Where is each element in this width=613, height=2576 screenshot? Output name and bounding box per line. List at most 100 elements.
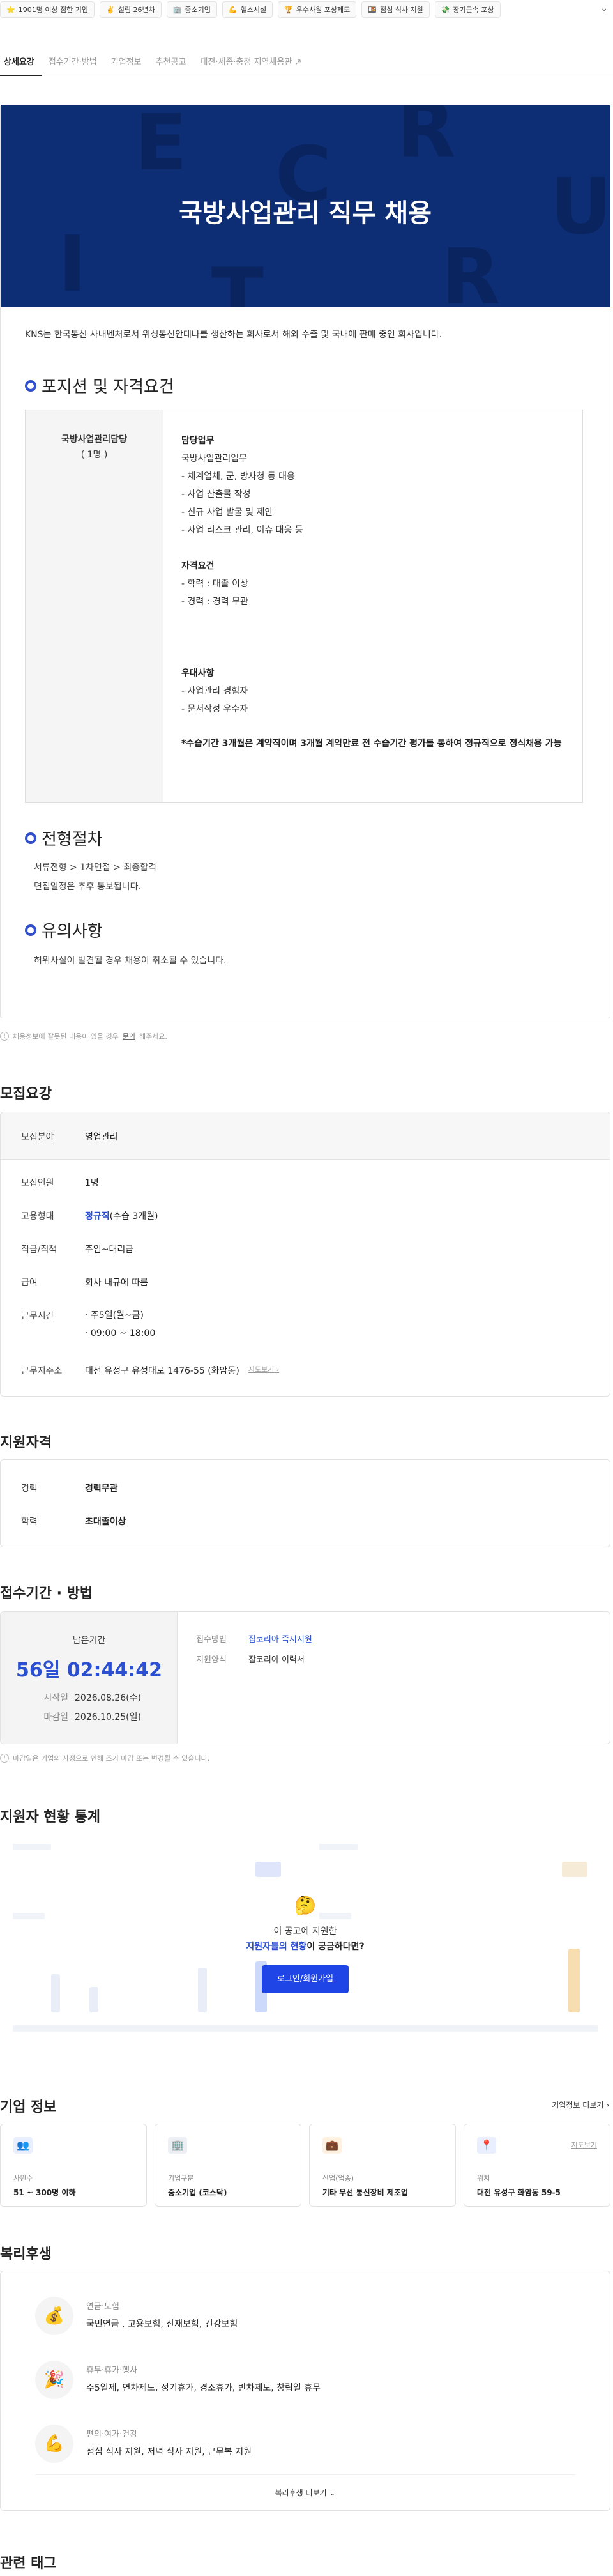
muscle-icon: 💪 — [228, 5, 238, 14]
section-heading: 포지션 및 자격요건 — [25, 374, 174, 397]
chip[interactable]: 🏆 우수사원 포상제도 — [278, 1, 357, 18]
row-key: 고용형태 — [21, 1211, 54, 1222]
form-label: 지원양식 — [196, 1655, 227, 1665]
welfare-item: 💪 편의·여가·건강 점심 식사 지원, 저녁 식사 지원, 근무복 지원 — [35, 2418, 584, 2469]
divider — [35, 2474, 575, 2475]
apply-link[interactable]: 잡코리아 즉시지원 — [248, 1632, 312, 1644]
banner-title: 국방사업관리 직무 채용 — [179, 199, 432, 228]
summary-row: 고용형태 정규직(수습 3개월) — [21, 1209, 158, 1222]
welfare-title: 휴무·휴가·행사 — [86, 2366, 138, 2375]
card-label: 사원수 — [13, 2174, 33, 2182]
start-date-row: 시작일 2026.08.26(수) — [33, 1691, 141, 1704]
tab-recommend[interactable]: 추천공고 — [149, 50, 193, 75]
tab-company[interactable]: 기업정보 — [104, 50, 149, 75]
tab-region[interactable]: 대전·세종·충청 지역채용관 ↗ — [193, 50, 308, 75]
location-map-link[interactable]: 지도보기 — [571, 2140, 597, 2150]
info-icon: ! — [0, 1754, 9, 1763]
probation-note: *수습기간 3개월은 계약직이며 3개월 계약만료 전 수습기간 평가를 통하여… — [181, 739, 562, 749]
trophy-icon: 🏆 — [284, 5, 293, 14]
position-desc-cell: 담당업무 국방사업관리업무 - 체계업체, 군, 방사청 등 대응 - 사업 산… — [163, 410, 582, 802]
circle-bullet-icon — [25, 924, 36, 936]
chip[interactable]: 🍱 점심 식사 지원 — [361, 1, 430, 18]
position-count: ( 1명 ) — [80, 450, 108, 460]
briefcase-icon: 💼 — [322, 2137, 342, 2154]
qual-line: - 경력 : 경력 무관 — [181, 597, 248, 607]
qual-line: - 학력 : 대졸 이상 — [181, 579, 248, 589]
chevron-down-icon[interactable]: ⌄ — [600, 3, 608, 13]
caution-line: 허위사실이 발견될 경우 채용이 취소될 수 있습니다. — [34, 956, 227, 966]
section-heading: 전형절차 — [25, 826, 103, 850]
info-icon: ! — [0, 1032, 9, 1041]
chip[interactable]: ⭐ 1901명 이상 점한 기업 — [0, 1, 95, 18]
welfare-title: 연금·보험 — [86, 2302, 119, 2312]
blurred-block — [319, 1844, 358, 1850]
blurred-block — [13, 1844, 51, 1850]
chip[interactable]: ✌️ 설립 26년차 — [100, 1, 162, 18]
login-signup-button[interactable]: 로그인/회원가입 — [262, 1965, 349, 1993]
form-value: 잡코리아 이력서 — [248, 1655, 305, 1665]
remaining-label: 남은기간 — [72, 1636, 106, 1646]
process-list: 서류전형 > 1차면접 > 최종합격 면접일정은 추후 통보됩니다. — [34, 858, 156, 896]
process-line: 서류전형 > 1차면접 > 최종합격 — [34, 862, 156, 873]
card-value: 51 ~ 300명 이하 — [13, 2188, 76, 2197]
blurred-bar — [568, 1949, 580, 2012]
section-heading-text: 포지션 및 자격요건 — [42, 378, 174, 397]
welfare-title: 편의·여가·건강 — [86, 2430, 138, 2439]
start-date-label: 시작일 — [43, 1693, 68, 1703]
report-notice: ! 채용정보에 잘못된 내용이 있을 경우 문의 해주세요. — [0, 1031, 167, 1041]
row-value: 경력무관 — [85, 1483, 118, 1494]
info-card-location: 📍 지도보기 위치 대전 유성구 화암동 59-5 — [464, 2124, 610, 2207]
banner-deco: I — [58, 220, 87, 307]
tab-detail[interactable]: 상세요강 — [0, 50, 42, 76]
remaining-time: 56일 02:44:42 — [15, 1659, 163, 1682]
chip[interactable]: 🏢 중소기업 — [166, 1, 217, 18]
duty-line: - 사업 산출물 작성 — [181, 489, 251, 500]
report-link[interactable]: 문의 — [123, 1031, 135, 1041]
summary-row: 모집분야 영업관리 — [21, 1130, 118, 1143]
end-date: 2026.10.25(일) — [75, 1712, 141, 1722]
circle-bullet-icon — [25, 832, 36, 844]
welfare-more-button[interactable]: 복리후생 더보기 ⌄ — [1, 2487, 610, 2498]
map-link[interactable]: 지도보기 › — [248, 1364, 279, 1377]
welfare-desc: 국민연금 , 고용보험, 산재보험, 건강보험 — [86, 2319, 238, 2329]
position-name: 국방사업관리담당 — [61, 434, 128, 445]
chip-label: 설립 26년차 — [117, 6, 155, 14]
banner-deco: E — [135, 105, 187, 188]
method-row: 접수방법 잡코리아 즉시지원 — [196, 1632, 312, 1644]
pref-title: 우대사항 — [181, 668, 215, 678]
blurred-block — [562, 1862, 587, 1877]
info-card-employees: 👥 사원수 51 ~ 300명 이하 — [0, 2124, 147, 2207]
job-detail-card: E R I C R U T 국방사업관리 직무 채용 KNS는 한국통신 사내벤… — [0, 105, 610, 1018]
section-heading: 유의사항 — [25, 918, 103, 942]
hand-icon: ✌️ — [106, 5, 115, 14]
process-line: 면접일정은 추후 통보됩니다. — [34, 882, 141, 892]
row-value: 주임~대리급 — [85, 1245, 134, 1255]
stats-msg-highlight: 지원자들의 현황 — [246, 1942, 307, 1952]
company-more-label: 기업정보 더보기 — [552, 2101, 604, 2110]
caution-list: 허위사실이 발견될 경우 채용이 취소될 수 있습니다. — [34, 951, 227, 970]
pension-icon: 💰 — [35, 2297, 73, 2335]
summary-row: 근무지주소 대전 유성구 유성대로 1476-55 (화암동) 지도보기 › — [21, 1364, 279, 1377]
building-icon: 🏢 — [168, 2137, 187, 2154]
qualification-heading: 지원자격 — [0, 1435, 52, 1451]
chip-label: 우수사원 포상제도 — [296, 6, 351, 14]
row-value: 영업관리 — [85, 1132, 118, 1142]
row-key: 학력 — [21, 1517, 38, 1527]
blurred-bar — [89, 1987, 98, 2012]
banner-deco: R — [441, 233, 501, 307]
row-key: 급여 — [21, 1278, 38, 1288]
company-more-link[interactable]: 기업정보 더보기 › — [552, 2099, 609, 2110]
position-name-cell: 국방사업관리담당 ( 1명 ) — [26, 410, 163, 802]
tab-period[interactable]: 접수기간·방법 — [42, 50, 104, 75]
blurred-bar — [198, 1968, 207, 2012]
report-notice-text: 채용정보에 잘못된 내용이 있을 경우 — [13, 1032, 119, 1041]
method-label: 접수방법 — [196, 1635, 227, 1644]
chip[interactable]: 💸 장기근속 포상 — [434, 1, 501, 18]
row-key: 직급/직책 — [21, 1245, 57, 1255]
stats-blurred-area: 🤔 이 공고에 지원한 지원자들의 현황이 궁금하다면? 로그인/회원가입 — [0, 1834, 610, 2051]
position-table: 국방사업관리담당 ( 1명 ) 담당업무 국방사업관리업무 - 체계업체, 군,… — [25, 410, 583, 803]
chip[interactable]: 💪 헬스시설 — [222, 1, 273, 18]
section-heading-text: 유의사항 — [42, 922, 103, 941]
remaining-panel: 남은기간 56일 02:44:42 시작일 2026.08.26(수) 마감일 20… — [1, 1612, 178, 1744]
banner-deco: T — [211, 252, 264, 307]
